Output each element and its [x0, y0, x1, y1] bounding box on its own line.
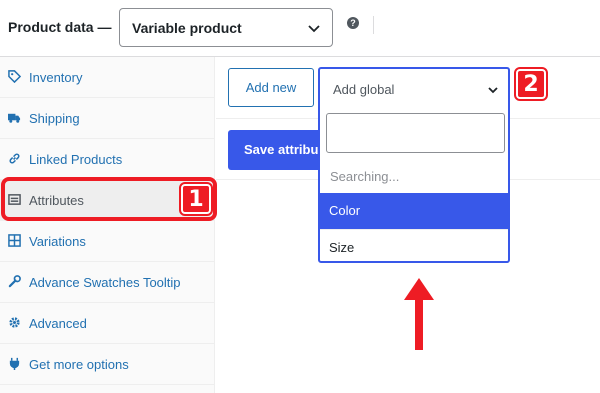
- gear-icon: [9, 317, 20, 328]
- option-size[interactable]: Size: [320, 229, 508, 261]
- product-data-tabs: Inventory Shipping Linked Products Attri…: [0, 57, 215, 393]
- sidebar-item-inventory[interactable]: Inventory: [0, 57, 214, 98]
- plugin-icon: [9, 357, 20, 370]
- option-color[interactable]: Color: [320, 193, 508, 229]
- sidebar-item-label: Advance Swatches Tooltip: [29, 275, 181, 290]
- sidebar-item-label: Inventory: [29, 70, 83, 85]
- sidebar-item-label: Advanced: [29, 316, 87, 331]
- link-icon: [9, 153, 20, 164]
- step-badge-1: 1: [179, 182, 213, 216]
- attribute-search-input[interactable]: [326, 113, 505, 153]
- add-global-select[interactable]: Add global: [320, 69, 508, 109]
- sidebar-item-label: Variations: [29, 234, 86, 249]
- tag-icon: [8, 70, 21, 83]
- sidebar-item-label: Get more options: [29, 357, 129, 372]
- sidebar-item-label: Linked Products: [29, 152, 123, 167]
- product-data-header: Product data — Variable product ?: [0, 0, 600, 57]
- grid-icon: [8, 234, 21, 247]
- arrow-up-icon: [404, 278, 434, 350]
- wrench-icon: [8, 275, 21, 288]
- sidebar-item-advanced[interactable]: Advanced: [0, 303, 214, 344]
- step-badge-2: 2: [514, 67, 548, 101]
- product-data-title: Product data —: [8, 19, 112, 35]
- sidebar-item-advance-swatches-tooltip[interactable]: Advance Swatches Tooltip: [0, 262, 214, 303]
- product-type-select[interactable]: Variable product: [119, 8, 333, 47]
- sidebar-item-variations[interactable]: Variations: [0, 221, 214, 262]
- sidebar-item-get-more-options[interactable]: Get more options: [0, 344, 214, 385]
- chevron-down-icon: [308, 25, 320, 33]
- sidebar-item-label: Shipping: [29, 111, 80, 126]
- add-global-value: Add global: [333, 82, 395, 97]
- sidebar-item-linked-products[interactable]: Linked Products: [0, 139, 214, 180]
- searching-status: Searching...: [330, 169, 400, 184]
- add-global-attribute-dropdown[interactable]: Add global Searching... Color Size: [318, 67, 510, 263]
- product-type-value: Variable product: [132, 20, 242, 36]
- header-divider: [373, 16, 374, 34]
- add-new-attribute-button[interactable]: Add new: [228, 68, 314, 107]
- truck-icon: [8, 113, 21, 123]
- help-icon[interactable]: ?: [347, 17, 359, 29]
- sidebar-item-shipping[interactable]: Shipping: [0, 98, 214, 139]
- chevron-down-icon: [488, 87, 498, 94]
